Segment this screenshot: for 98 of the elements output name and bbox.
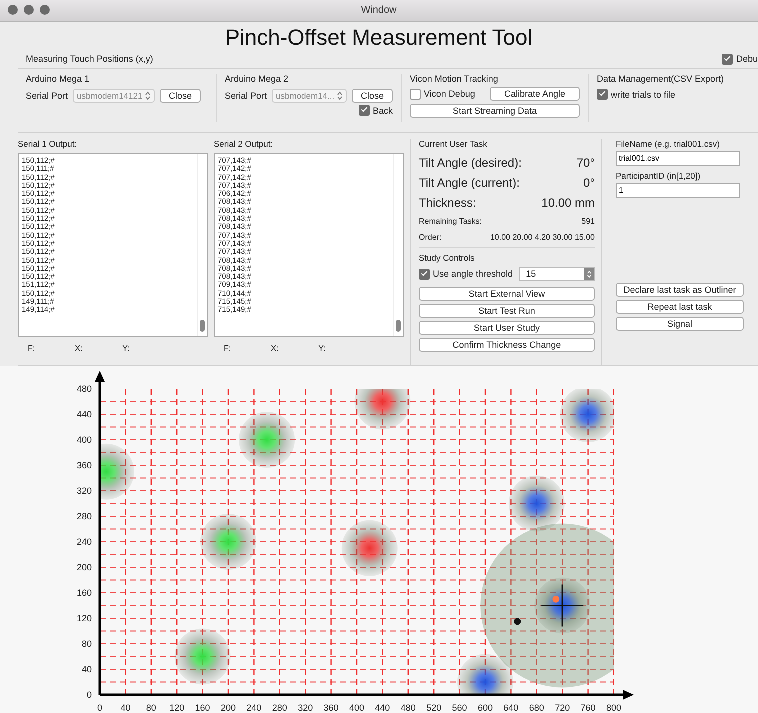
task-label: Remaining Tasks: bbox=[419, 216, 482, 226]
x-tick-label: 40 bbox=[120, 703, 131, 713]
threshold-spinbox[interactable]: 15 bbox=[519, 267, 595, 281]
group-title: Data Management(CSV Export) bbox=[597, 74, 724, 84]
x-tick-label: 600 bbox=[478, 703, 494, 713]
x-tick-label: 520 bbox=[426, 703, 442, 713]
x-tick-label: 720 bbox=[555, 703, 570, 713]
streaming-button[interactable]: Start Streaming Data bbox=[410, 104, 580, 118]
x-tick-label: 240 bbox=[246, 703, 262, 713]
task-value: 10.00 20.00 4.20 30.00 15.00 bbox=[490, 232, 595, 242]
coordinate-label: Y: bbox=[122, 344, 130, 353]
panel-title: Serial 1 Output: bbox=[18, 139, 78, 149]
window-title: Window bbox=[361, 5, 397, 16]
x-tick-label: 160 bbox=[195, 703, 210, 713]
task-value: 10.00 mm bbox=[542, 196, 595, 210]
coordinate-label: X: bbox=[75, 344, 83, 353]
y-tick-label: 480 bbox=[76, 384, 92, 394]
checkbox-label: Use angle threshold bbox=[433, 269, 514, 279]
field-label: Serial Port bbox=[26, 91, 68, 101]
header-label: Measuring Touch Positions (x,y) bbox=[26, 54, 154, 64]
group-title: Arduino Mega 1 bbox=[26, 74, 91, 84]
coordinate-label: X: bbox=[271, 344, 279, 353]
minimize-light-icon[interactable] bbox=[24, 5, 34, 15]
group-title: Arduino Mega 2 bbox=[225, 74, 290, 84]
input-field[interactable]: trial001.csv bbox=[616, 151, 740, 166]
app-title: Pinch-Offset Measurement Tool bbox=[224, 24, 534, 52]
x-tick-label: 200 bbox=[220, 703, 236, 713]
checkbox[interactable] bbox=[597, 89, 608, 100]
x-tick-label: 120 bbox=[170, 703, 185, 713]
coordinate-label: F: bbox=[224, 344, 232, 353]
y-tick-label: 0 bbox=[86, 690, 92, 700]
x-tick-label: 680 bbox=[529, 703, 544, 713]
x-tick-label: 320 bbox=[298, 703, 314, 713]
checkbox[interactable] bbox=[410, 88, 421, 100]
checkbox-label: write trials to file bbox=[611, 90, 676, 100]
task-button[interactable]: Signal bbox=[616, 317, 744, 331]
x-tick-label: 280 bbox=[272, 703, 288, 713]
y-tick-label: 80 bbox=[82, 639, 92, 649]
field-label: Serial Port bbox=[225, 91, 268, 101]
checkbox-label: Debu bbox=[736, 54, 758, 64]
task-button[interactable]: Repeat last task bbox=[616, 300, 744, 314]
zoom-light-icon[interactable] bbox=[40, 5, 50, 15]
x-tick-label: 80 bbox=[146, 703, 156, 713]
task-label: Order: bbox=[419, 232, 442, 242]
x-tick-label: 640 bbox=[504, 703, 519, 713]
checkbox[interactable] bbox=[419, 268, 430, 280]
close-light-icon[interactable] bbox=[8, 5, 18, 15]
task-value: 0° bbox=[584, 176, 595, 190]
input-field[interactable]: 1 bbox=[616, 183, 740, 198]
y-tick-label: 320 bbox=[76, 486, 92, 496]
scrollbar-thumb[interactable] bbox=[200, 320, 205, 332]
scrollbar-thumb[interactable] bbox=[396, 320, 401, 332]
x-tick-label: 360 bbox=[324, 703, 339, 713]
task-label: Tilt Angle (current): bbox=[419, 176, 520, 190]
task-button[interactable]: Declare last task as Outliner bbox=[616, 283, 744, 297]
y-tick-label: 240 bbox=[76, 537, 92, 547]
y-tick-label: 200 bbox=[76, 562, 92, 572]
coordinate-label: Y: bbox=[318, 344, 326, 353]
x-tick-label: 440 bbox=[375, 703, 390, 713]
task-value: 591 bbox=[582, 216, 595, 226]
task-value: 70° bbox=[576, 156, 595, 170]
study-button[interactable]: Start External View bbox=[419, 287, 595, 301]
close-button[interactable]: Close bbox=[352, 89, 393, 103]
y-tick-label: 280 bbox=[76, 512, 92, 522]
checkbox-label: Vicon Debug bbox=[424, 89, 476, 99]
section-title: Study Controls bbox=[419, 247, 595, 263]
task-label: Tilt Angle (desired): bbox=[419, 156, 522, 170]
group-title: Vicon Motion Tracking bbox=[410, 74, 500, 84]
y-tick-label: 400 bbox=[76, 435, 92, 445]
crosshair-icon bbox=[542, 584, 584, 627]
x-tick-label: 560 bbox=[452, 703, 468, 713]
checkbox[interactable] bbox=[722, 54, 734, 64]
checkbox[interactable] bbox=[358, 105, 370, 116]
panel-title: Serial 2 Output: bbox=[214, 139, 274, 149]
stepper-icon bbox=[336, 91, 343, 101]
stepper-icon bbox=[145, 91, 152, 101]
x-tick-label: 760 bbox=[580, 703, 596, 713]
y-tick-label: 40 bbox=[82, 664, 92, 674]
y-tick-label: 120 bbox=[76, 614, 92, 624]
x-tick-label: 800 bbox=[606, 703, 622, 713]
coordinate-label: F: bbox=[28, 344, 36, 353]
x-tick-label: 0 bbox=[98, 703, 102, 713]
x-tick-label: 400 bbox=[349, 703, 365, 713]
study-button[interactable]: Start User Study bbox=[419, 321, 595, 335]
study-button[interactable]: Confirm Thickness Change bbox=[419, 338, 595, 352]
task-label: Thickness: bbox=[419, 196, 476, 210]
checkbox-label: Back bbox=[372, 106, 393, 116]
y-tick-label: 160 bbox=[76, 588, 92, 598]
close-button[interactable]: Close bbox=[160, 89, 202, 103]
field-label: ParticipantID (in[1,20]) bbox=[616, 171, 702, 181]
y-tick-label: 440 bbox=[76, 410, 92, 420]
field-label: FileName (e.g. trial001.csv) bbox=[616, 139, 721, 149]
study-button[interactable]: Start Test Run bbox=[419, 304, 595, 318]
section-title: Current User Task bbox=[419, 139, 488, 149]
x-tick-label: 480 bbox=[400, 703, 416, 713]
stepper-icon bbox=[586, 270, 592, 278]
y-tick-label: 360 bbox=[76, 460, 92, 470]
calibrate-button[interactable]: Calibrate Angle bbox=[490, 87, 580, 101]
